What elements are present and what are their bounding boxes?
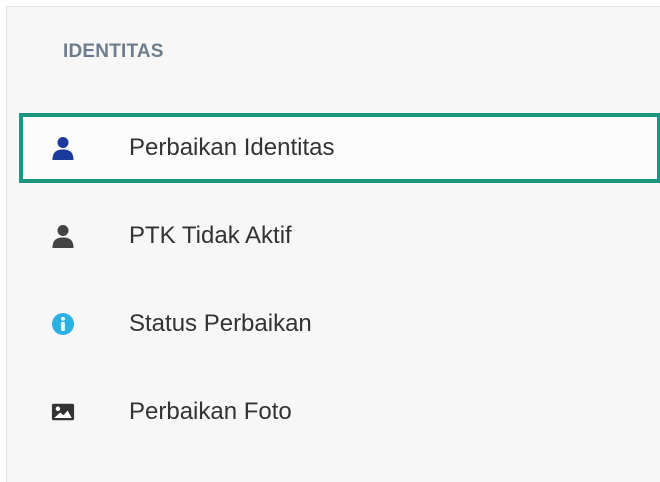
user-icon bbox=[51, 136, 75, 160]
user-icon bbox=[51, 224, 75, 248]
sidebar-item-status-perbaikan[interactable]: Status Perbaikan bbox=[19, 289, 660, 359]
sidebar-item-label: Perbaikan Foto bbox=[129, 398, 292, 425]
sidebar-menu: Perbaikan Identitas PTK Tidak Aktif Stat… bbox=[19, 113, 660, 465]
sidebar-item-perbaikan-foto[interactable]: Perbaikan Foto bbox=[19, 377, 660, 447]
sidebar-item-ptk-tidak-aktif[interactable]: PTK Tidak Aktif bbox=[19, 201, 660, 271]
section-title: IDENTITAS bbox=[63, 41, 164, 62]
sidebar-item-label: Status Perbaikan bbox=[129, 310, 312, 337]
sidebar-item-label: Perbaikan Identitas bbox=[129, 134, 335, 161]
image-icon bbox=[51, 400, 75, 424]
sidebar-panel: IDENTITAS Perbaikan Identitas PTK Tidak … bbox=[6, 6, 660, 482]
sidebar-item-label: PTK Tidak Aktif bbox=[129, 222, 292, 249]
info-circle-icon bbox=[51, 312, 75, 336]
sidebar-item-perbaikan-identitas[interactable]: Perbaikan Identitas bbox=[19, 113, 660, 183]
